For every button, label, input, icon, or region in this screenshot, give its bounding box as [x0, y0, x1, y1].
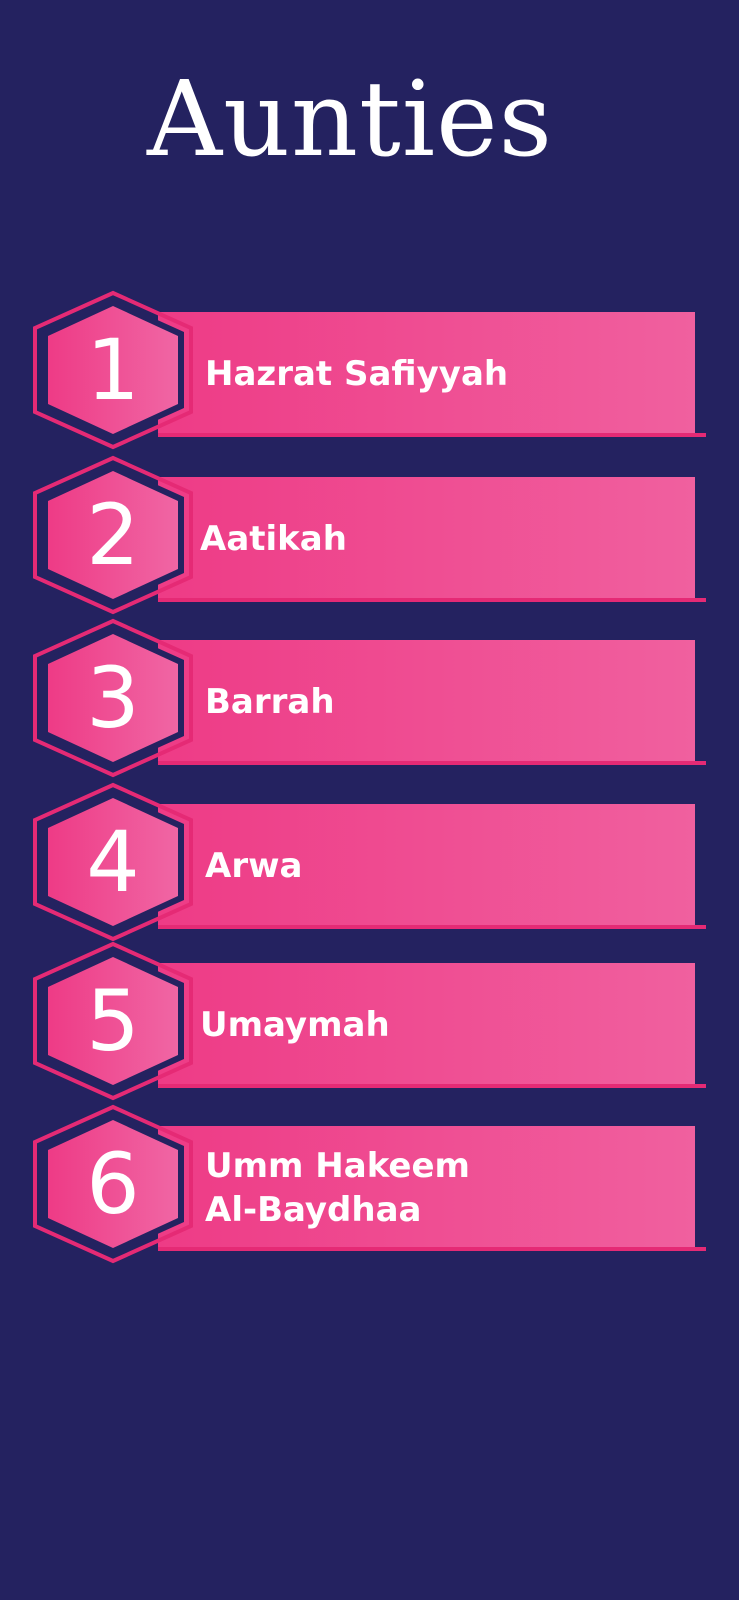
item-number: 5: [86, 972, 140, 1070]
item-number: 6: [86, 1135, 140, 1233]
list-item: 3 Barrah: [0, 618, 739, 778]
item-name: Umaymah: [200, 1004, 390, 1045]
item-number: 4: [86, 813, 140, 911]
list-item: 2 Aatikah: [0, 455, 739, 615]
list-item: 4 Arwa: [0, 782, 739, 942]
list-item: 1 Hazrat Safiyyah: [0, 290, 739, 450]
item-name: Barrah: [205, 681, 335, 722]
item-name: Arwa: [205, 845, 303, 886]
list-item: 6 Umm Hakeem Al-Baydhaa: [0, 1104, 739, 1264]
page-title: Aunties: [146, 58, 554, 180]
item-name: Hazrat Safiyyah: [205, 353, 509, 394]
item-name: Umm Hakeem Al-Baydhaa: [205, 1145, 470, 1230]
item-number: 1: [86, 321, 140, 419]
item-number: 3: [86, 649, 140, 747]
aunties-infographic: Aunties 1 Hazrat Safiyyah 2 Aatikah 3 Ba…: [0, 0, 739, 1600]
item-name: Aatikah: [200, 518, 347, 559]
list-item: 5 Umaymah: [0, 941, 739, 1101]
item-number: 2: [86, 486, 140, 584]
